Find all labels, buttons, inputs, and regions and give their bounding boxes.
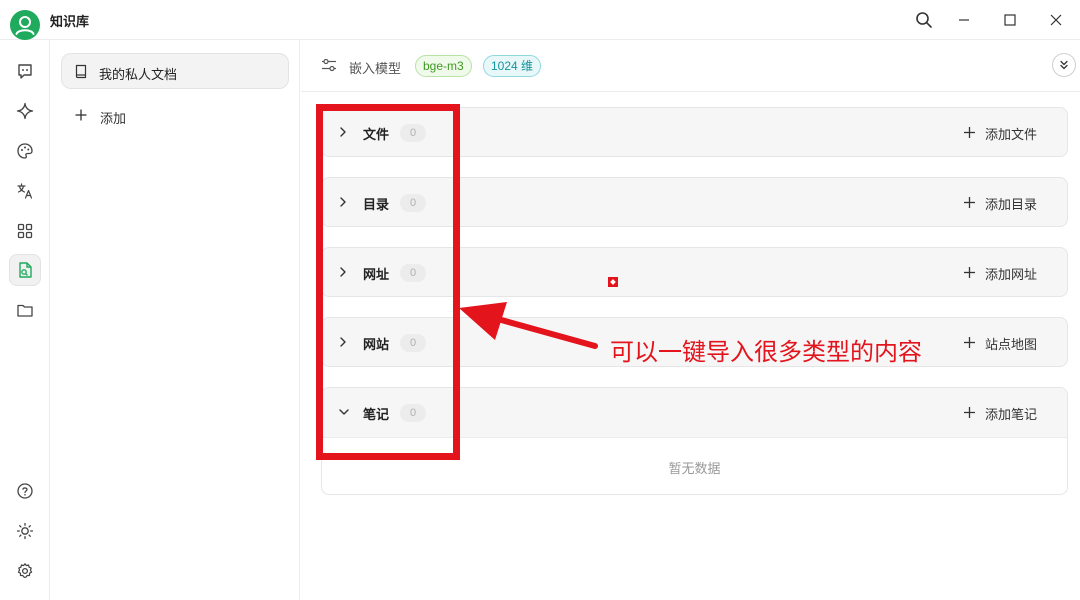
app-title: 知识库 <box>50 15 90 30</box>
plus-icon <box>963 336 976 353</box>
rail-theme[interactable] <box>9 515 41 547</box>
plus-icon <box>963 406 976 423</box>
add-note-label: 添加笔记 <box>984 408 1037 423</box>
knowledge-icon <box>19 262 32 278</box>
plus-icon <box>963 196 976 213</box>
sitemap-button[interactable]: 站点地图 <box>963 334 1037 353</box>
rail-assistant[interactable] <box>9 95 41 127</box>
title-bar: 知识库 <box>0 0 1080 40</box>
translate-icon <box>17 183 33 199</box>
model-tag: bge-m3 <box>415 55 472 77</box>
sliders-icon[interactable] <box>321 57 337 77</box>
embed-model-label: 嵌入模型 <box>349 62 402 77</box>
kb-item-private-docs[interactable]: 我的私人文档 <box>61 53 289 89</box>
add-note-button[interactable]: 添加笔记 <box>963 404 1037 423</box>
dimension-tag: 1024 维 <box>483 55 542 77</box>
minimize-button[interactable] <box>949 5 979 35</box>
empty-state-text: 暂无数据 <box>668 462 721 477</box>
rail-apps[interactable] <box>9 215 41 247</box>
rail-settings[interactable] <box>9 555 41 587</box>
sun-icon <box>16 522 34 540</box>
user-avatar[interactable] <box>10 10 40 40</box>
add-file-button[interactable]: 添加文件 <box>963 124 1037 143</box>
sitemap-label: 站点地图 <box>984 338 1037 353</box>
settings-icon <box>17 563 33 578</box>
apps-icon <box>17 223 33 239</box>
search-icon <box>916 12 932 28</box>
add-file-label: 添加文件 <box>984 128 1037 143</box>
add-directory-button[interactable]: 添加目录 <box>963 194 1037 213</box>
annotation-marker <box>608 277 618 287</box>
plus-icon <box>963 266 976 283</box>
annotation-box <box>316 104 460 460</box>
add-kb-label: 添加 <box>100 112 127 127</box>
maximize-icon <box>1004 14 1016 26</box>
add-url-label: 添加网址 <box>984 268 1037 283</box>
annotation-text: 可以一键导入很多类型的内容 <box>610 338 922 366</box>
knowledge-base-list: 我的私人文档 添加 <box>50 40 300 600</box>
folder-icon <box>17 304 33 317</box>
minimize-icon <box>959 19 969 21</box>
sparkle-icon <box>16 102 34 120</box>
add-directory-label: 添加目录 <box>984 198 1037 213</box>
book-icon <box>74 64 88 83</box>
palette-icon <box>17 143 33 159</box>
double-chevron-down-icon <box>1060 60 1068 70</box>
rail-files[interactable] <box>9 294 41 326</box>
plus-icon <box>963 126 976 143</box>
icon-rail <box>0 40 50 600</box>
kb-toolbar: 嵌入模型 bge-m3 1024 维 <box>301 40 1080 92</box>
rail-paint[interactable] <box>9 135 41 167</box>
rail-help[interactable] <box>9 475 41 507</box>
help-icon <box>17 483 33 499</box>
chat-icon <box>18 64 32 79</box>
annotation-arrow <box>459 302 598 349</box>
add-url-button[interactable]: 添加网址 <box>963 264 1037 283</box>
rail-translate[interactable] <box>9 175 41 207</box>
search-button[interactable] <box>909 5 939 35</box>
maximize-button[interactable] <box>995 5 1025 35</box>
rail-knowledge[interactable] <box>9 254 41 286</box>
close-icon <box>1050 14 1062 26</box>
close-button[interactable] <box>1041 5 1071 35</box>
user-icon <box>15 16 35 35</box>
collapse-all-button[interactable] <box>1052 53 1076 77</box>
rail-chat[interactable] <box>9 55 41 87</box>
kb-item-label: 我的私人文档 <box>99 68 178 83</box>
plus-icon <box>74 108 88 126</box>
